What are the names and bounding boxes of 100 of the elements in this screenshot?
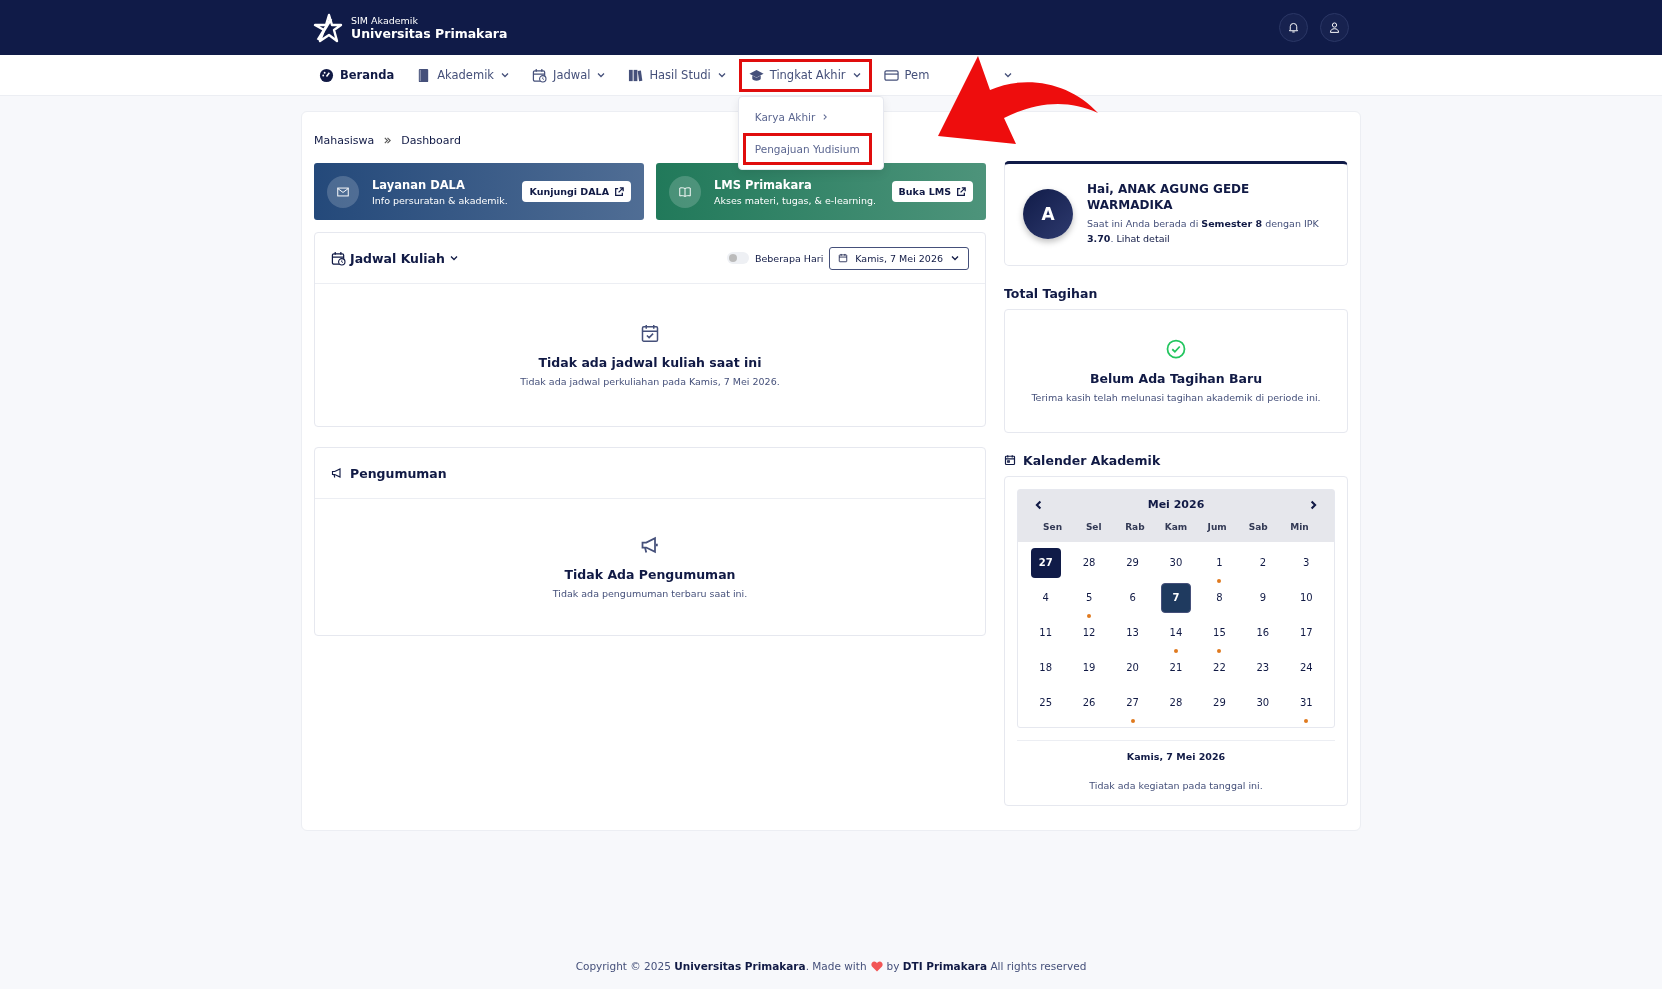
nav-item[interactable]: Beranda <box>309 58 405 92</box>
calendar-day[interactable]: 3 <box>1291 547 1322 578</box>
calendar-day[interactable]: 22 <box>1204 652 1235 683</box>
calendar-day[interactable]: 29 <box>1204 687 1235 718</box>
calendar-day[interactable]: 12 <box>1074 617 1105 648</box>
section-title: Total Tagihan <box>1004 285 1098 301</box>
empty-title: Tidak Ada Pengumuman <box>564 567 736 582</box>
caret-icon <box>950 253 960 263</box>
calendar-day[interactable]: 19 <box>1074 652 1105 683</box>
megaphone-icon <box>640 535 660 555</box>
calendar-day[interactable]: 30 <box>1161 547 1191 578</box>
calendar-icon <box>838 253 849 263</box>
profile-button[interactable] <box>1320 13 1349 42</box>
weekday-label: Rab <box>1124 520 1146 534</box>
detail-link[interactable]: Lihat detail <box>1116 233 1170 245</box>
notification-button[interactable] <box>1279 13 1308 42</box>
empty-title: Tidak ada jadwal kuliah saat ini <box>538 355 762 370</box>
credit-text: by DTI Primakara All rights reserved <box>886 960 1087 972</box>
calendar-day[interactable]: 4 <box>1030 582 1061 613</box>
empty-text: Terima kasih telah melunasi tagihan akademik di periode ini. <box>1031 391 1321 403</box>
calendar-day[interactable]: 18 <box>1030 652 1061 683</box>
open-book-icon <box>678 184 692 199</box>
weekday-label: Sen <box>1042 520 1064 534</box>
menu-item[interactable]: Pengajuan Yudisium <box>742 132 872 165</box>
empty-text: Tidak ada jadwal perkuliahan pada Kamis, 7 Mei 2026. <box>520 376 780 387</box>
toggle-label: Beberapa Hari <box>754 252 824 264</box>
calendar-day[interactable]: 1 <box>1204 547 1235 578</box>
calendar-day[interactable]: 7 <box>1161 582 1191 613</box>
month-title: Mei 2026 <box>1147 498 1205 512</box>
calendar-day[interactable]: 14 <box>1161 617 1191 648</box>
caret-icon <box>448 253 459 263</box>
calendar-day[interactable]: 13 <box>1117 617 1148 648</box>
calendar-day[interactable]: 31 <box>1291 687 1322 718</box>
empty-text: Tidak ada kegiatan pada tanggal ini. <box>1088 779 1264 791</box>
calendar-clock-icon <box>532 67 547 83</box>
calendar-day[interactable]: 21 <box>1161 652 1191 683</box>
calendar-day[interactable]: 24 <box>1291 652 1322 683</box>
empty-text: Tidak ada pengumuman terbaru saat ini. <box>552 588 748 599</box>
nav-item[interactable]: Akademik <box>406 58 520 92</box>
books-icon <box>628 67 644 83</box>
banner-title: Layanan DALA <box>372 177 466 192</box>
card-icon <box>883 67 899 83</box>
check-circle-icon <box>1166 338 1186 359</box>
weekday-label: Min <box>1289 520 1310 534</box>
external-link-icon <box>614 186 624 197</box>
calendar-day[interactable]: 26 <box>1074 687 1105 718</box>
card-title: Pengumuman <box>350 465 447 481</box>
date-picker[interactable]: Kamis, 7 Mei 2026 <box>829 246 969 270</box>
banner-text: Info persuratan & akademik. <box>372 194 508 206</box>
app-subtitle: SIM Akademik <box>351 14 419 26</box>
weekday-label: Sel <box>1084 520 1103 534</box>
double-chevron-icon <box>383 136 393 145</box>
calendar-day[interactable]: 29 <box>1117 547 1148 578</box>
user-icon <box>1328 21 1341 34</box>
toggle-switch[interactable] <box>726 252 749 264</box>
calendar-day[interactable]: 6 <box>1117 582 1148 613</box>
avatar: A <box>1023 189 1073 240</box>
visit-button[interactable]: Buka LMS <box>891 181 973 202</box>
calendar-day[interactable]: 20 <box>1117 652 1148 683</box>
app-title: Universitas Primakara <box>351 25 508 41</box>
schedule-title[interactable]: Jadwal Kuliah <box>331 250 459 266</box>
external-link-icon <box>956 186 966 197</box>
menu-item[interactable]: Karya Akhir <box>742 100 842 133</box>
calendar-clock-icon <box>331 250 346 266</box>
calendar-day[interactable]: 28 <box>1161 687 1191 718</box>
mail-icon <box>336 184 350 199</box>
weekday-label: Jum <box>1206 520 1228 534</box>
calendar-day[interactable]: 11 <box>1030 617 1061 648</box>
section-title: Kalender Akademik <box>1023 452 1161 468</box>
profile-summary: Saat ini Anda berada di Semester 8 dengan IPK 3.70. Lihat detail <box>1087 217 1320 247</box>
calendar-day[interactable]: 10 <box>1291 582 1322 613</box>
calendar-day[interactable]: 15 <box>1204 617 1235 648</box>
calendar-check-icon <box>640 323 660 343</box>
calendar-icon <box>1004 454 1016 467</box>
calendar-day[interactable]: 2 <box>1247 547 1278 578</box>
calendar-day[interactable]: 28 <box>1074 547 1105 578</box>
selected-date: Kamis, 7 Mei 2026 <box>1125 750 1227 762</box>
calendar-day[interactable]: 16 <box>1247 617 1278 648</box>
nav-item[interactable]: Jadwal <box>522 58 617 92</box>
banner-text: Akses materi, tugas, & e-learning. <box>714 194 877 206</box>
calendar-day[interactable]: 8 <box>1204 582 1235 613</box>
calendar-day[interactable]: 27 <box>1030 547 1061 578</box>
calendar-day[interactable]: 25 <box>1030 687 1061 718</box>
nav-item[interactable]: Hasil Studi <box>618 58 737 92</box>
nav-item[interactable]: Pem <box>873 58 930 92</box>
heart-icon <box>870 960 883 972</box>
visit-button[interactable]: Kunjungi DALA <box>522 181 631 202</box>
calendar-day[interactable]: 23 <box>1247 652 1278 683</box>
breadcrumb-current: Dashboard <box>401 134 461 147</box>
gauge-icon <box>319 67 334 83</box>
calendar-day[interactable]: 17 <box>1291 617 1322 648</box>
calendar-day[interactable]: 5 <box>1074 582 1105 613</box>
banner-title: LMS Primakara <box>714 177 813 192</box>
breadcrumb-link[interactable]: Mahasiswa <box>314 134 375 147</box>
empty-title: Belum Ada Tagihan Baru <box>1089 370 1263 386</box>
calendar-day[interactable]: 30 <box>1247 687 1278 718</box>
calendar-day[interactable]: 27 <box>1117 687 1148 718</box>
greeting: Hai, ANAK AGUNG GEDE WARMADIKA <box>1087 182 1251 214</box>
calendar-day[interactable]: 9 <box>1247 582 1278 613</box>
bell-icon <box>1287 21 1300 34</box>
